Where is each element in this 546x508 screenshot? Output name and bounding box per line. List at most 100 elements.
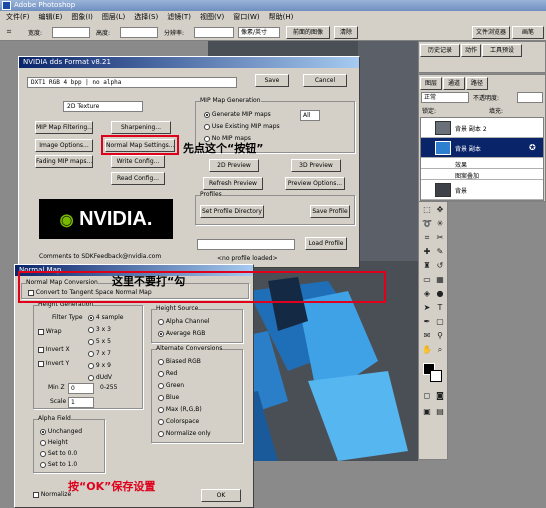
standard-mode-icon[interactable]: ◻ bbox=[422, 391, 432, 401]
move-tool-icon[interactable]: ✥ bbox=[435, 205, 445, 215]
menu-edit[interactable]: 编辑(E) bbox=[39, 13, 63, 21]
effect-row[interactable]: 图案叠加 bbox=[421, 169, 543, 180]
blur-tool-icon[interactable]: ◈ bbox=[422, 289, 432, 299]
eyedropper-icon[interactable]: ⚲ bbox=[435, 331, 445, 341]
menu-help[interactable]: 帮助(H) bbox=[269, 13, 294, 21]
load-profile-button[interactable]: Load Profile bbox=[305, 237, 347, 250]
set-profile-dir-button[interactable]: Set Profile Directory bbox=[200, 205, 264, 218]
mip-generate-radio[interactable]: Generate MIP maps bbox=[204, 111, 271, 118]
sharpening-button[interactable]: Sharpening... bbox=[111, 121, 171, 134]
wrap-checkbox[interactable]: Wrap bbox=[38, 328, 62, 335]
ok-button[interactable]: OK bbox=[201, 489, 241, 502]
screen-mode-1-icon[interactable]: ▣ bbox=[422, 407, 432, 417]
read-config-button[interactable]: Read Config... bbox=[111, 172, 165, 185]
tab-actions[interactable]: 动作 bbox=[461, 44, 481, 57]
gradient-tool-icon[interactable]: ▦ bbox=[435, 275, 445, 285]
quickmask-mode-icon[interactable]: ◙ bbox=[435, 391, 445, 401]
unit-select[interactable]: 像素/英寸 bbox=[238, 27, 280, 38]
layer-row-selected[interactable]: 背景 副本 ✪ bbox=[421, 138, 543, 158]
tab-channels[interactable]: 通道 bbox=[443, 77, 465, 90]
dodge-tool-icon[interactable]: ● bbox=[435, 289, 445, 299]
tab-history[interactable]: 历史记录 bbox=[420, 44, 460, 57]
menu-window[interactable]: 窗口(W) bbox=[233, 13, 259, 21]
alt-green-radio[interactable]: Green bbox=[158, 382, 184, 389]
slice-icon[interactable]: ✂ bbox=[435, 233, 445, 243]
menu-filter[interactable]: 滤镜(T) bbox=[167, 13, 191, 21]
alt-max-rgb-radio[interactable]: Max (R,G,B) bbox=[158, 406, 202, 413]
resolution-input[interactable] bbox=[194, 27, 234, 38]
preview-2d-button[interactable]: 2D Preview bbox=[209, 159, 259, 172]
save-button[interactable]: Save bbox=[255, 74, 289, 87]
filter-5x5-radio[interactable]: 5 x 5 bbox=[88, 338, 111, 345]
filter-4sample-radio[interactable]: 4 sample bbox=[88, 314, 123, 321]
alpha-height-radio[interactable]: Height bbox=[40, 439, 68, 446]
menu-view[interactable]: 视图(V) bbox=[200, 13, 224, 21]
height-input[interactable] bbox=[120, 27, 158, 38]
crop-tool-icon[interactable]: ⌗ bbox=[4, 27, 14, 37]
marquee-tool-icon[interactable]: ⬚ bbox=[422, 205, 432, 215]
file-browser-tab[interactable]: 文件浏览器 bbox=[472, 26, 510, 39]
refresh-preview-button[interactable]: Refresh Preview bbox=[203, 177, 263, 190]
layer-row[interactable]: 背景 bbox=[421, 180, 543, 200]
alpha-set-zero-radio[interactable]: Set to 0.0 bbox=[40, 450, 77, 457]
width-input[interactable] bbox=[52, 27, 90, 38]
menu-file[interactable]: 文件(F) bbox=[6, 13, 30, 21]
tab-paths[interactable]: 路径 bbox=[466, 77, 488, 90]
alt-biased-rgb-radio[interactable]: Biased RGB bbox=[158, 358, 201, 365]
hand-tool-icon[interactable]: ✋ bbox=[422, 345, 432, 355]
save-profile-button[interactable]: Save Profile bbox=[310, 205, 350, 218]
filter-3x3-radio[interactable]: 3 x 3 bbox=[88, 326, 111, 333]
fading-mip-button[interactable]: Fading MIP maps... bbox=[35, 155, 93, 168]
normalize-checkbox[interactable]: Normalize bbox=[33, 491, 71, 498]
alt-blue-radio[interactable]: Blue bbox=[158, 394, 179, 401]
front-image-button[interactable]: 前面的图像 bbox=[286, 26, 330, 39]
zoom-tool-icon[interactable]: ⌕ bbox=[435, 345, 445, 355]
brush-tool-icon[interactable]: ✎ bbox=[435, 247, 445, 257]
alt-colorspace-radio[interactable]: Colorspace bbox=[158, 418, 199, 425]
magic-wand-icon[interactable]: ✳ bbox=[435, 219, 445, 229]
layer-row[interactable]: 背景 副本 2 bbox=[421, 118, 543, 138]
mip-existing-radio[interactable]: Use Existing MIP maps bbox=[204, 123, 280, 130]
mip-count-select[interactable]: All bbox=[300, 110, 320, 121]
blend-mode-select[interactable]: 正常 bbox=[421, 92, 469, 103]
clear-button[interactable]: 清除 bbox=[334, 26, 358, 39]
path-select-icon[interactable]: ➤ bbox=[422, 303, 432, 313]
brush-tab[interactable]: 画笔 bbox=[512, 26, 544, 39]
alpha-unchanged-radio[interactable]: Unchanged bbox=[40, 428, 82, 435]
dds-format-select[interactable]: DXT1 RGB 4 bpp | no alpha bbox=[27, 77, 237, 88]
screen-mode-2-icon[interactable]: ▤ bbox=[435, 407, 445, 417]
background-color-swatch[interactable] bbox=[430, 370, 442, 382]
effect-row[interactable]: 效果 bbox=[421, 158, 543, 169]
history-brush-icon[interactable]: ↺ bbox=[435, 261, 445, 271]
tab-tool-presets[interactable]: 工具预设 bbox=[482, 44, 522, 57]
opacity-input[interactable] bbox=[517, 92, 543, 103]
preview-options-button[interactable]: Preview Options... bbox=[285, 177, 345, 190]
notes-tool-icon[interactable]: ✉ bbox=[422, 331, 432, 341]
profile-select[interactable] bbox=[197, 239, 295, 250]
menu-image[interactable]: 图象(I) bbox=[71, 13, 93, 21]
write-config-button[interactable]: Write Config... bbox=[111, 155, 165, 168]
cancel-button[interactable]: Cancel bbox=[303, 74, 347, 87]
lasso-tool-icon[interactable]: ➰ bbox=[422, 219, 432, 229]
crop-icon[interactable]: ⌗ bbox=[422, 233, 432, 243]
healing-brush-icon[interactable]: ✚ bbox=[422, 247, 432, 257]
image-options-button[interactable]: Image Options... bbox=[35, 139, 93, 152]
alpha-channel-radio[interactable]: Alpha Channel bbox=[158, 318, 210, 325]
pen-tool-icon[interactable]: ✒ bbox=[422, 317, 432, 327]
menu-layer[interactable]: 图层(L) bbox=[102, 13, 125, 21]
filter-7x7-radio[interactable]: 7 x 7 bbox=[88, 350, 111, 357]
alpha-set-one-radio[interactable]: Set to 1.0 bbox=[40, 461, 77, 468]
texture-type-select[interactable]: 2D Texture bbox=[63, 101, 143, 112]
filter-dudv-radio[interactable]: dUdV bbox=[88, 374, 112, 381]
shape-tool-icon[interactable]: ▢ bbox=[435, 317, 445, 327]
invert-x-checkbox[interactable]: Invert X bbox=[38, 346, 70, 353]
mip-filtering-button[interactable]: MIP Map Filtering... bbox=[35, 121, 93, 134]
alt-red-radio[interactable]: Red bbox=[158, 370, 177, 377]
filter-9x9-radio[interactable]: 9 x 9 bbox=[88, 362, 111, 369]
scale-input[interactable]: 1 bbox=[68, 397, 94, 408]
alt-normalize-only-radio[interactable]: Normalize only bbox=[158, 430, 211, 437]
min-z-input[interactable]: 0 bbox=[68, 383, 94, 394]
menu-select[interactable]: 选择(S) bbox=[134, 13, 158, 21]
invert-y-checkbox[interactable]: Invert Y bbox=[38, 360, 69, 367]
stamp-tool-icon[interactable]: ♜ bbox=[422, 261, 432, 271]
